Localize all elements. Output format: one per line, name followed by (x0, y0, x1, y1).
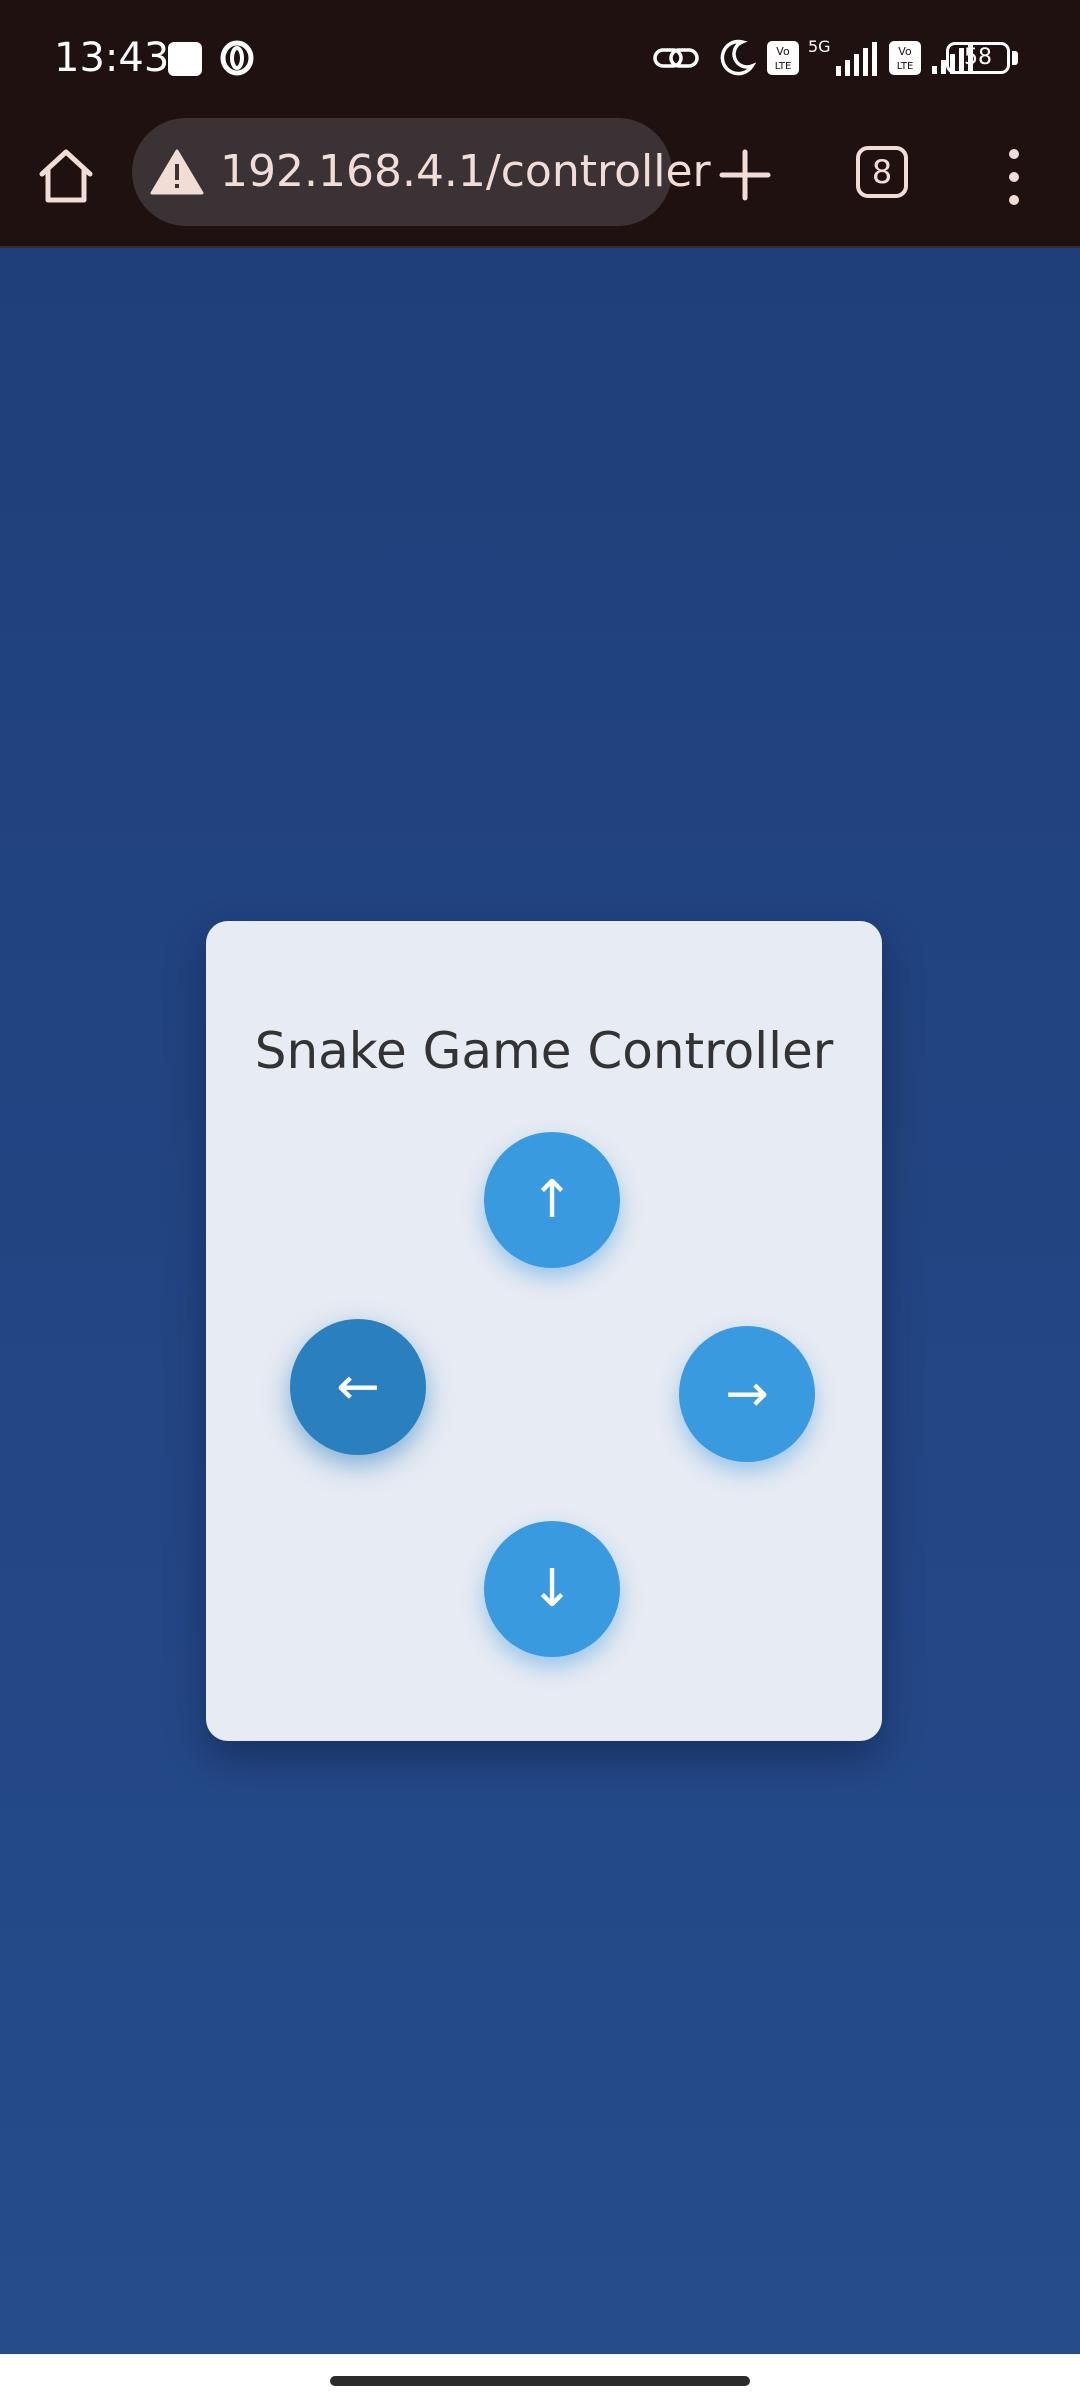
battery-icon: 58 (946, 42, 1010, 74)
page-title: Snake Game Controller (254, 1022, 834, 1080)
status-icons: Vo LTE 5G Vo LTE 58 (620, 0, 1080, 118)
volte-icon: Vo LTE (767, 41, 799, 75)
notification-square-icon (168, 42, 202, 76)
status-time: 13:43 (54, 35, 170, 81)
url-bar[interactable]: 192.168.4.1/controller (132, 118, 711, 226)
moon-icon (720, 39, 756, 76)
home-indicator[interactable] (330, 2376, 750, 2386)
svg-text:LTE: LTE (775, 61, 792, 72)
right-button[interactable]: → (679, 1326, 815, 1462)
browser-toolbar: 192.168.4.1/controller 8 (0, 118, 1080, 248)
5g-signal-icon: 5G (808, 37, 877, 76)
tabs-count-button[interactable]: 8 (856, 146, 908, 198)
down-button[interactable]: ↓ (484, 1521, 620, 1657)
svg-text:5G: 5G (808, 37, 831, 56)
home-icon[interactable] (30, 140, 102, 212)
plus-icon[interactable] (710, 140, 780, 210)
controller-card: Snake Game Controller ↑ ← → ↓ (206, 921, 882, 1741)
volte-icon-2: Vo LTE (889, 41, 921, 75)
left-button[interactable]: ← (290, 1319, 426, 1455)
menu-dots-icon[interactable] (996, 142, 1032, 212)
url-text: 192.168.4.1/controller (220, 146, 711, 197)
page-content: Snake Game Controller ↑ ← → ↓ (0, 248, 1080, 2354)
opera-icon (220, 40, 254, 76)
svg-text:Vo: Vo (776, 45, 790, 58)
svg-text:Vo: Vo (898, 45, 912, 58)
warning-icon[interactable] (150, 148, 204, 196)
link-icon (653, 48, 699, 68)
up-button[interactable]: ↑ (484, 1132, 620, 1268)
svg-text:LTE: LTE (897, 61, 914, 72)
status-bar: 13:43 Vo LTE 5G Vo LTE 58 (0, 0, 1080, 118)
nav-bar (0, 2354, 1080, 2400)
battery-tip (1012, 51, 1018, 65)
